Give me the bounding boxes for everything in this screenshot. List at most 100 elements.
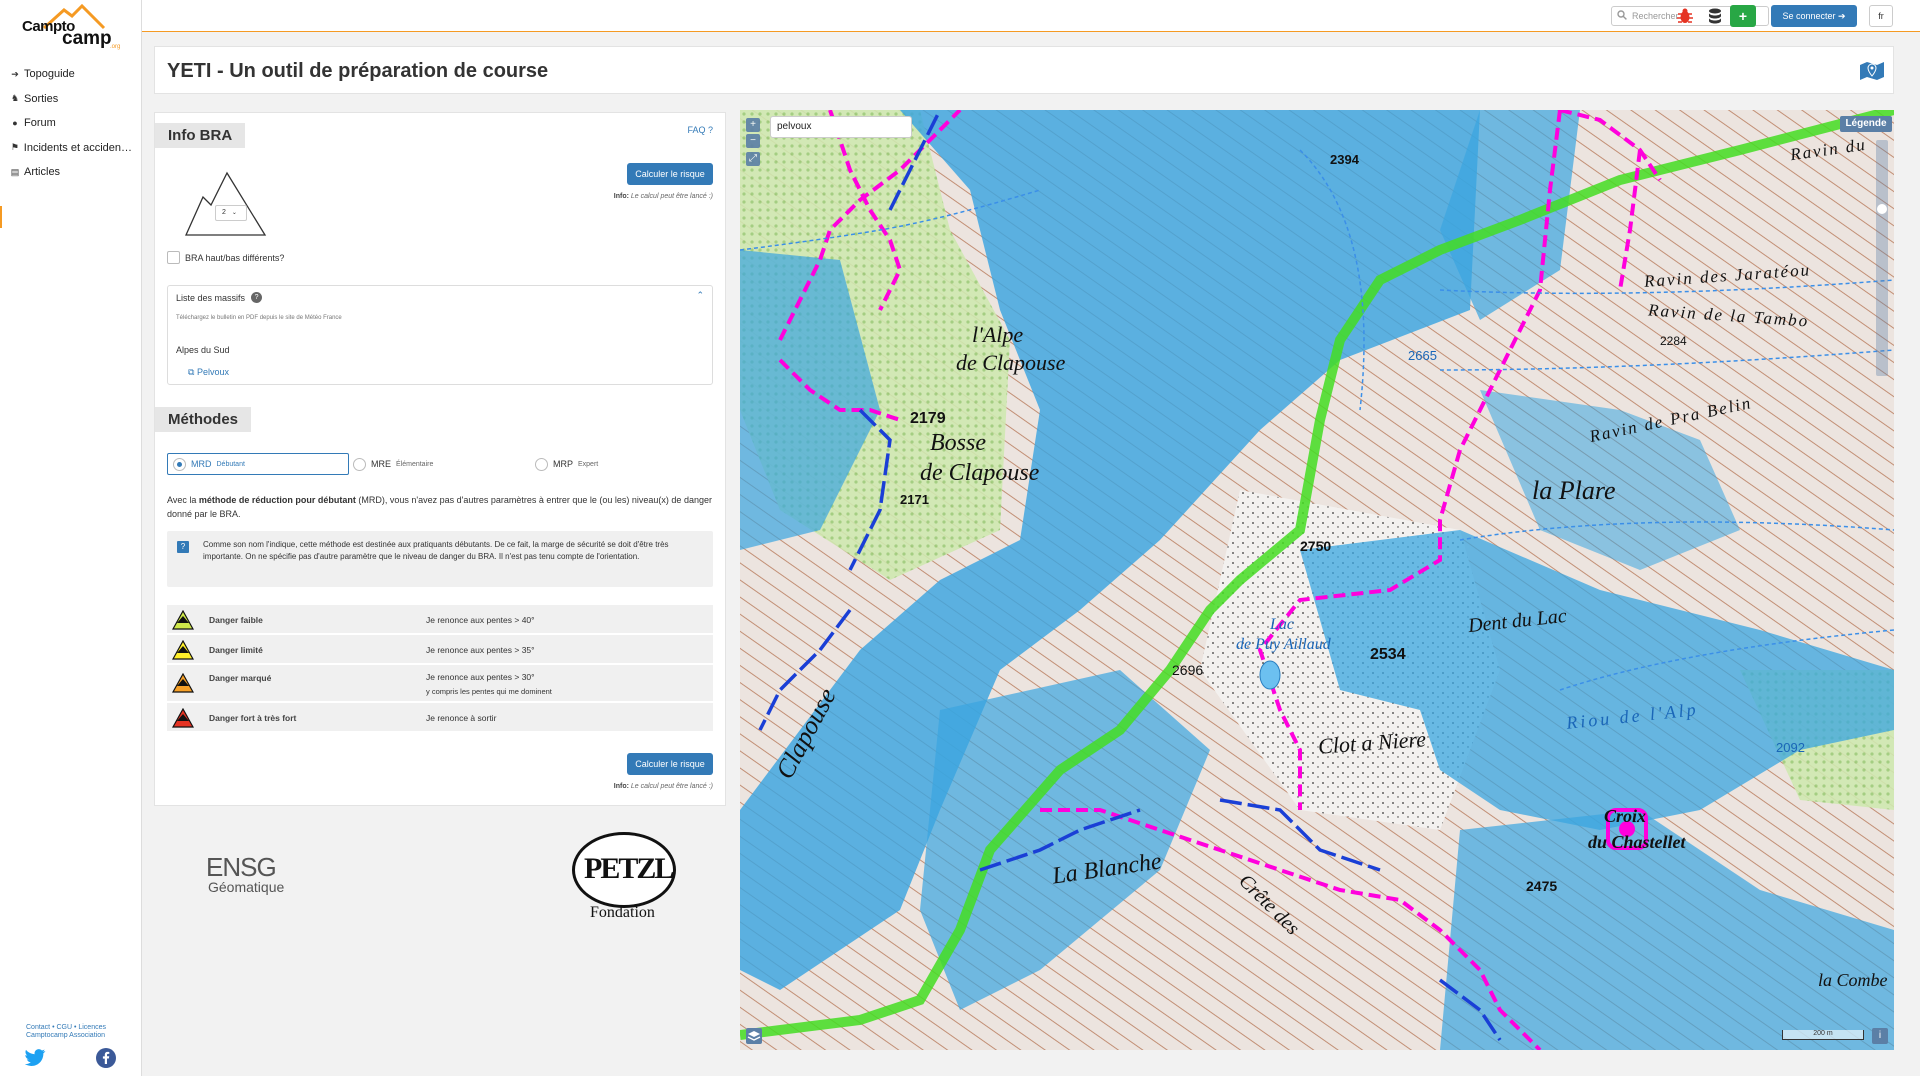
danger-name: Danger fort à très fort <box>209 713 297 723</box>
danger-row: Danger fort à très fort Je renonce à sor… <box>167 703 713 733</box>
desc-pre: Avec la <box>167 495 199 505</box>
sidebar-item-topoguide[interactable]: ➔ Topoguide <box>10 62 132 87</box>
method-code: MRD <box>191 459 212 469</box>
sidebar-item-forum[interactable]: ● Forum <box>10 111 132 136</box>
callout-text: Comme son nom l'indique, cette méthode e… <box>203 540 669 561</box>
zoom-in-button[interactable]: + <box>746 118 760 132</box>
twitter-icon[interactable] <box>24 1048 46 1068</box>
footer-links[interactable]: Contact • CGU • Licences <box>26 1024 106 1032</box>
map-canvas[interactable] <box>740 110 1894 1050</box>
sidebar-item-articles[interactable]: ▤ Articles <box>10 160 132 185</box>
info-text: Le calcul peut être lancé :) <box>628 193 713 200</box>
danger-name: Danger faible <box>209 615 263 625</box>
sidebar-item-label: Sorties <box>24 92 59 105</box>
camptocamp-logo[interactable]: Campto camp .org <box>18 2 122 54</box>
method-code: MRP <box>553 459 573 469</box>
scale-bar: 200 m <box>1782 1030 1864 1040</box>
facebook-icon[interactable] <box>96 1048 116 1068</box>
map-label: Bosse <box>930 430 986 456</box>
sidebar-item-label: Topoguide <box>24 68 75 81</box>
petzl-fondation-logo[interactable]: PETZL Fondation <box>568 832 684 932</box>
footer-association[interactable]: Camptocamp Association <box>26 1032 106 1040</box>
danger-rule: Je renonce aux pentes > 35° <box>426 645 535 655</box>
sidebar-item-sorties[interactable]: ♞ Sorties <box>10 87 132 112</box>
map-elevation: 2696 <box>1172 662 1204 678</box>
help-icon[interactable]: ? <box>251 292 263 303</box>
bra-level-value: 2 <box>222 209 226 216</box>
topo-map[interactable]: l'Alpe de Clapouse Bosse de Clapouse Cla… <box>740 110 1894 1050</box>
method-mre-radio[interactable]: MRE Élémentaire <box>353 453 433 475</box>
ensg-logo-subtext: Géomatique <box>208 879 285 895</box>
desc-bold: méthode de réduction pour débutant <box>198 495 356 505</box>
zoom-out-button[interactable]: − <box>746 134 760 148</box>
calc-info-note-top: Info: Le calcul peut être lancé :) <box>614 193 713 200</box>
info-bra-heading: Info BRA <box>155 123 246 148</box>
top-bar: Rechercher ... + Se connecter ➔ fr <box>142 0 1920 32</box>
map-marker-icon[interactable] <box>1859 59 1885 83</box>
page-title: YETI - Un outil de préparation de course <box>167 60 549 82</box>
mountain-danger-icon <box>184 171 267 236</box>
method-mrd-radio[interactable]: MRD Débutant <box>167 453 349 475</box>
danger-level-2-icon <box>172 640 194 660</box>
chevron-up-icon[interactable]: ⌃ <box>696 290 704 301</box>
database-icon[interactable] <box>1708 7 1722 25</box>
zoom-slider[interactable] <box>1876 140 1888 376</box>
calculate-risk-button-bottom[interactable]: Calculer le risque <box>627 753 713 775</box>
massifs-header[interactable]: Liste des massifs? <box>176 292 263 303</box>
bug-icon[interactable] <box>1676 7 1694 25</box>
bra-different-checkbox-row[interactable]: BRA haut/bas différents? <box>167 251 284 264</box>
danger-row: Danger marqué Je renonce aux pentes > 30… <box>167 665 713 703</box>
sidebar-footer[interactable]: Contact • CGU • Licences Camptocamp Asso… <box>26 1024 106 1040</box>
map-label: de Clapouse <box>956 350 1066 375</box>
info-text: Le calcul peut être lancé :) <box>628 783 713 790</box>
massif-link-label: Pelvoux <box>196 367 229 377</box>
massif-link-pelvoux[interactable]: ⧉ Pelvoux <box>188 367 229 378</box>
danger-name: Danger marqué <box>209 673 272 683</box>
map-label: de Puy Aillaud <box>1236 636 1331 653</box>
method-description: Avec la méthode de réduction pour débuta… <box>167 493 713 521</box>
sidebar-item-label: Incidents et acciden… <box>23 141 132 154</box>
calc-info-note-bottom: Info: Le calcul peut être lancé :) <box>614 783 713 790</box>
fullscreen-icon[interactable]: ⤢ <box>746 152 760 166</box>
danger-rule: Je renonce aux pentes > 30° <box>426 672 535 682</box>
methods-heading: Méthodes <box>155 407 252 432</box>
map-label: Croix <box>1604 806 1647 826</box>
region-name: Alpes du Sud <box>176 345 230 355</box>
massifs-panel: Liste des massifs? ⌃ Téléchargez le bull… <box>167 285 713 385</box>
method-callout: ? Comme son nom l'indique, cette méthode… <box>167 531 713 587</box>
petzl-logo-text: PETZL <box>584 852 674 885</box>
danger-table: Danger faible Je renonce aux pentes > 40… <box>167 605 713 733</box>
method-code: MRE <box>371 459 391 469</box>
map-label: Lac <box>1270 616 1294 633</box>
add-document-button[interactable]: + <box>1730 5 1756 27</box>
methods-radio-group: MRD Débutant MRE Élémentaire MRP Expert <box>167 453 713 475</box>
map-label: de Clapouse <box>920 460 1040 486</box>
map-label: la Combe <box>1818 970 1888 990</box>
layers-icon[interactable] <box>746 1028 762 1044</box>
bra-different-checkbox[interactable] <box>167 251 180 264</box>
language-selector[interactable]: fr <box>1869 5 1893 27</box>
danger-level-4-icon <box>172 708 194 728</box>
bra-level-select[interactable]: 2 ⌄ <box>215 205 247 221</box>
calculate-risk-button-top[interactable]: Calculer le risque <box>627 163 713 185</box>
sidebar-item-incidents[interactable]: ⚑ Incidents et acciden… <box>10 136 132 161</box>
external-link-icon: ⧉ <box>188 367 197 377</box>
danger-name: Danger limité <box>209 645 263 655</box>
petzl-logo-subtext: Fondation <box>590 904 655 921</box>
map-search-input[interactable]: pelvoux <box>770 116 912 138</box>
danger-rule-detail: y compris les pentes qui me dominent <box>426 687 552 696</box>
info-icon[interactable]: i <box>1872 1028 1888 1044</box>
sidebar-item-label: Articles <box>24 166 61 179</box>
newspaper-icon: ▤ <box>10 166 20 177</box>
danger-rule: Je renonce aux pentes > 40° <box>426 615 535 625</box>
login-button[interactable]: Se connecter ➔ <box>1771 5 1857 27</box>
search-icon <box>1617 10 1627 20</box>
legend-button[interactable]: Légende <box>1840 116 1892 132</box>
faq-link[interactable]: FAQ ? <box>687 125 713 135</box>
massifs-title: Liste des massifs <box>176 292 246 303</box>
comments-icon: ● <box>12 118 18 129</box>
radio-dot <box>353 457 366 471</box>
method-mrp-radio[interactable]: MRP Expert <box>535 453 598 475</box>
ensg-logo[interactable]: ENSG Géomatique <box>206 852 306 904</box>
zoom-slider-handle[interactable] <box>1877 204 1887 214</box>
